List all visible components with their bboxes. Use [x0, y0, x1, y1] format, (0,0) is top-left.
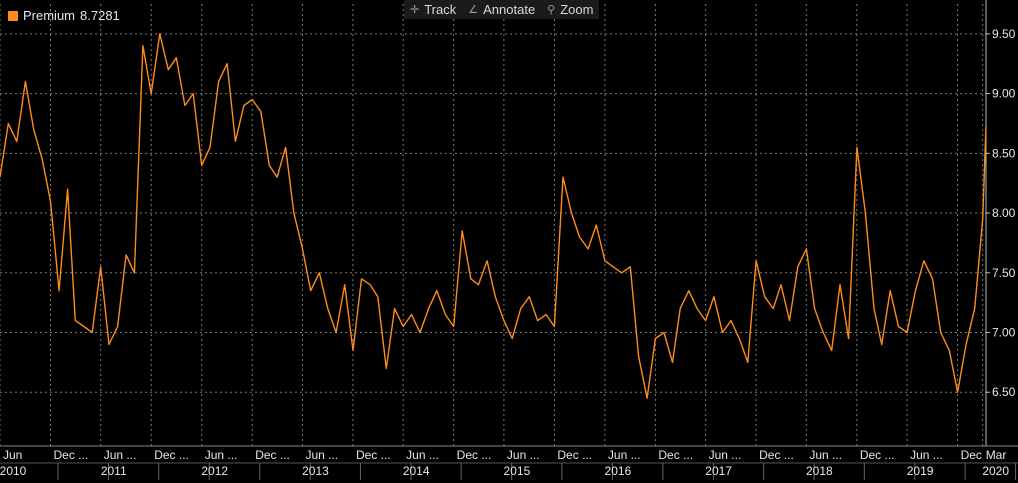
line-chart[interactable]: 6.50 7.00 7.50 8.00 8.50 9.00 9.50 Jun 2010 Dec … — [0, 0, 1018, 483]
x-tick-label: Jun ... — [205, 448, 238, 462]
x-tick-label: Jun ... — [305, 448, 338, 462]
x-tick-label: Dec ... — [860, 448, 895, 462]
x-tick-label: Mar — [986, 448, 1007, 462]
x-tick-label: Dec ... — [557, 448, 592, 462]
zoom-button[interactable]: ⚲ Zoom — [541, 0, 599, 19]
legend-swatch-premium — [8, 10, 18, 21]
pencil-icon: ∠ — [468, 3, 479, 16]
x-year-label: 2010 — [0, 464, 27, 478]
x-year-label: 2017 — [705, 464, 732, 478]
y-tick-label: 8.00 — [992, 206, 1016, 220]
zoom-label: Zoom — [560, 2, 594, 17]
x-year-label: 2012 — [201, 464, 228, 478]
x-year-label: 2018 — [806, 464, 833, 478]
x-tick-label: Jun ... — [608, 448, 641, 462]
x-year-label: 2016 — [605, 464, 632, 478]
y-tick-label: 9.50 — [992, 27, 1016, 41]
x-year-label: 2015 — [504, 464, 531, 478]
x-tick-label: Dec ... — [154, 448, 189, 462]
x-tick-label: Dec ... — [759, 448, 794, 462]
track-button[interactable]: ✛ Track — [404, 0, 462, 19]
y-tick-label: 6.50 — [992, 385, 1016, 399]
x-tick-label: Jun ... — [709, 448, 742, 462]
annotate-label: Annotate — [483, 2, 536, 17]
crosshair-icon: ✛ — [410, 3, 420, 16]
x-tick-label: Jun ... — [104, 448, 137, 462]
annotate-button[interactable]: ∠ Annotate — [462, 0, 541, 19]
x-tick-label: Dec — [961, 448, 982, 462]
x-tick-label: Dec ... — [54, 448, 89, 462]
x-tick-label: Dec ... — [356, 448, 391, 462]
chart-toolbar: ✛ Track ∠ Annotate ⚲ Zoom — [404, 0, 600, 19]
x-tick-label: Jun ... — [507, 448, 540, 462]
y-tick-label: 7.00 — [992, 326, 1016, 340]
x-tick-label: Dec ... — [658, 448, 693, 462]
x-year-label: 2014 — [403, 464, 430, 478]
magnifier-icon: ⚲ — [547, 3, 556, 16]
legend-series-name: Premium — [23, 8, 76, 23]
x-tick-label: Dec ... — [255, 448, 290, 462]
x-tick-label: Jun ... — [406, 448, 439, 462]
x-year-label: 2013 — [302, 464, 329, 478]
track-label: Track — [424, 2, 457, 17]
x-tick-label: Jun ... — [809, 448, 842, 462]
x-tick-label: Dec ... — [457, 448, 492, 462]
y-tick-label: 9.00 — [992, 87, 1016, 101]
x-year-label: 2019 — [907, 464, 934, 478]
legend-last-value: 8.7281 — [80, 8, 120, 23]
x-tick-label: Jun — [3, 448, 22, 462]
x-year-label: 2020 — [982, 464, 1009, 478]
chart-legend: Premium 8.7281 — [8, 8, 120, 23]
y-tick-label: 7.50 — [992, 266, 1016, 280]
x-tick-label: Jun ... — [910, 448, 943, 462]
y-tick-label: 8.50 — [992, 146, 1016, 160]
x-year-label: 2011 — [101, 464, 127, 478]
